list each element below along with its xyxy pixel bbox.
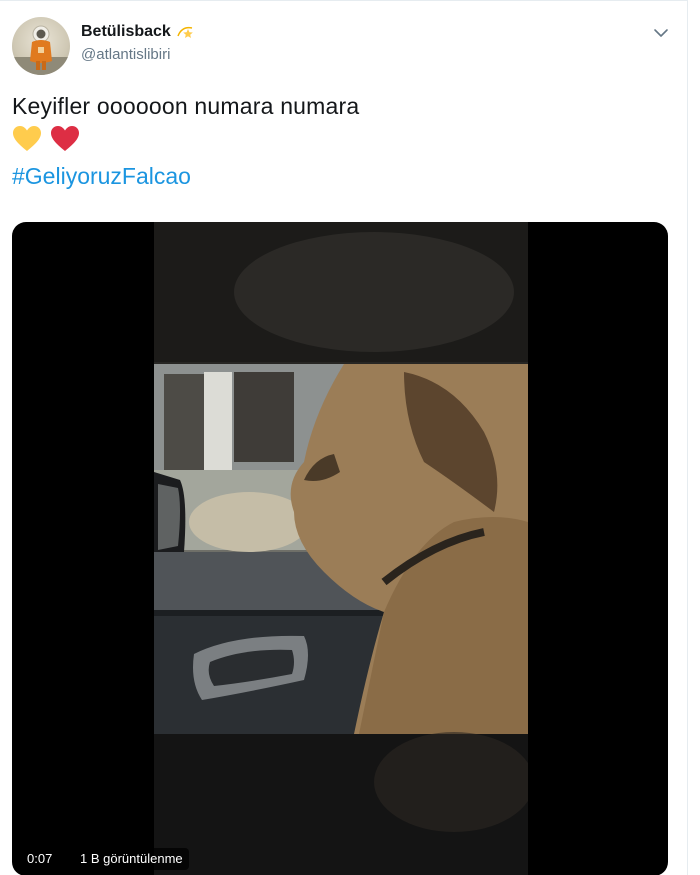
author-names: Betülisback @atlantislibiri: [81, 23, 196, 63]
video-views-badge: 1 B görüntülenme: [74, 848, 189, 870]
hashtag-link[interactable]: #GeliyoruzFalcao: [12, 161, 191, 191]
red-heart-icon: [50, 125, 80, 158]
astronaut-avatar-icon: [12, 25, 70, 75]
tweet-card[interactable]: Betülisback @atlantislibiri Keyifler ooo…: [0, 0, 688, 875]
dizzy-star-icon: [176, 23, 196, 41]
video-duration-badge: 0:07: [22, 848, 58, 870]
video-frame[interactable]: [154, 222, 528, 875]
video-still-image: [154, 222, 528, 875]
chevron-down-icon[interactable]: [651, 23, 671, 43]
yellow-heart-icon: [12, 125, 42, 158]
tweet-text: Keyifler oooooon numara numara: [12, 93, 360, 119]
video-player[interactable]: 0:07 1 B görüntülenme: [12, 222, 668, 875]
tweet-emojis: [12, 125, 84, 155]
author-handle[interactable]: @atlantislibiri: [81, 46, 196, 63]
tweet-header: Betülisback @atlantislibiri: [12, 15, 671, 79]
avatar[interactable]: [12, 17, 70, 75]
author-display-name[interactable]: Betülisback: [81, 23, 171, 41]
